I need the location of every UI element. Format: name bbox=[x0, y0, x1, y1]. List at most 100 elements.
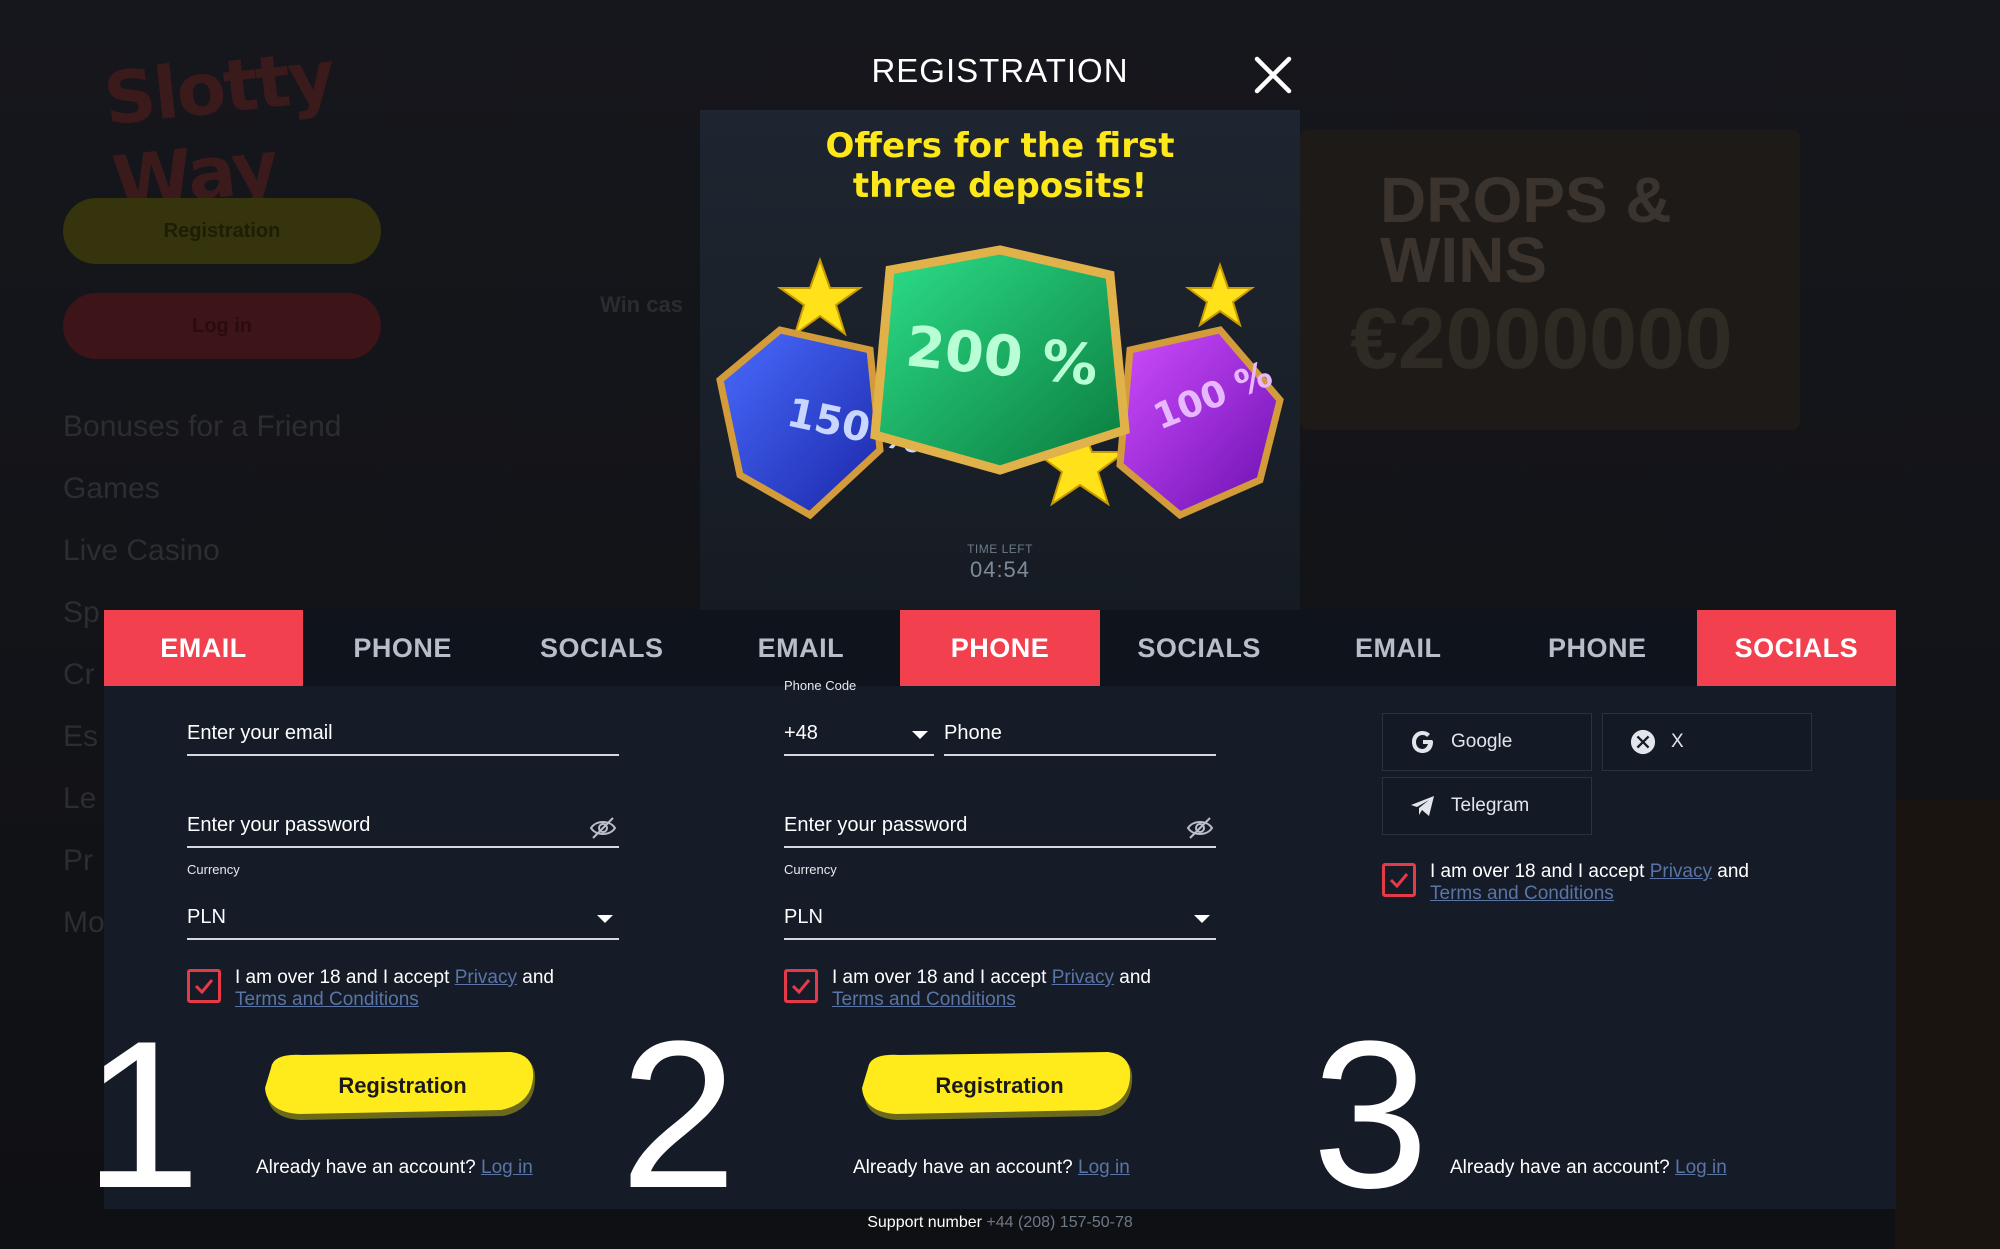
terms-link[interactable]: Terms and Conditions bbox=[1430, 883, 1614, 904]
promo-headline: Offers for the first three deposits! bbox=[700, 126, 1300, 206]
agree-label: I am over 18 and I accept Privacy and Te… bbox=[235, 967, 554, 1011]
bg-promo-text: Win cas bbox=[600, 292, 683, 317]
login-prompt-text: Already have an account? bbox=[256, 1157, 481, 1178]
timer-value: 04:54 bbox=[969, 557, 1031, 582]
password-field[interactable]: Enter your password bbox=[784, 800, 1216, 848]
bg-banner-amount: €2000000 bbox=[1350, 291, 1733, 387]
privacy-link[interactable]: Privacy bbox=[1650, 861, 1712, 882]
google-label: Google bbox=[1451, 731, 1513, 752]
tab-email[interactable]: EMAIL bbox=[701, 610, 901, 686]
login-link[interactable]: Log in bbox=[1675, 1157, 1727, 1178]
registration-button[interactable]: Registration bbox=[862, 1052, 1137, 1120]
promo-headline-line2: three deposits! bbox=[852, 166, 1148, 206]
currency-value: PLN bbox=[187, 906, 226, 928]
promo-card: Offers for the first three deposits! 150… bbox=[700, 110, 1300, 610]
telegram-login-button[interactable]: Telegram bbox=[1382, 777, 1592, 835]
support-number[interactable]: +44 (208) 157-50-78 bbox=[986, 1214, 1132, 1231]
password-placeholder: Enter your password bbox=[784, 814, 968, 836]
support-label: Support number bbox=[867, 1214, 987, 1231]
agree-terms: I am over 18 and I accept Privacy and Te… bbox=[784, 967, 1224, 1011]
login-prompt-text: Already have an account? bbox=[1450, 1157, 1675, 1178]
login-prompt-text: Already have an account? bbox=[853, 1157, 1078, 1178]
phone-field[interactable]: Phone bbox=[944, 708, 1216, 756]
support-line: Support number +44 (208) 157-50-78 bbox=[0, 1214, 2000, 1232]
agree-text: I am over 18 and I accept bbox=[1430, 861, 1650, 882]
privacy-link[interactable]: Privacy bbox=[455, 967, 517, 988]
modal-title: REGISTRATION bbox=[871, 52, 1129, 89]
currency-value: PLN bbox=[784, 906, 823, 928]
agree-text: I am over 18 and I accept bbox=[235, 967, 455, 988]
bg-nav-item: Live Casino bbox=[63, 534, 220, 567]
bg-banner: DROPS & WINS €2000000 bbox=[1300, 130, 1800, 430]
bg-nav-item: Bonuses for a Friend bbox=[63, 410, 342, 443]
agree-label: I am over 18 and I accept Privacy and Te… bbox=[1430, 861, 1749, 905]
currency-select[interactable]: Currency PLN bbox=[187, 862, 619, 940]
bg-login-button: Log in bbox=[63, 293, 381, 359]
tab-phone[interactable]: PHONE bbox=[900, 610, 1100, 686]
and-text: and bbox=[1113, 967, 1151, 988]
tab-bar: EMAIL PHONE SOCIALS EMAIL PHONE SOCIALS … bbox=[104, 610, 1896, 686]
agree-checkbox[interactable] bbox=[1382, 863, 1416, 897]
phone-code-caption: Phone Code bbox=[784, 678, 857, 693]
step-number: 3 bbox=[1312, 997, 1429, 1232]
agree-checkbox[interactable] bbox=[784, 969, 818, 1003]
agree-terms: I am over 18 and I accept Privacy and Te… bbox=[187, 967, 627, 1011]
promo-gems-illustration: 150 % 100 % 200 % bbox=[716, 245, 1284, 520]
email-field[interactable]: Enter your email bbox=[187, 708, 619, 756]
telegram-icon bbox=[1409, 792, 1437, 820]
login-link[interactable]: Log in bbox=[481, 1157, 533, 1178]
agree-label: I am over 18 and I accept Privacy and Te… bbox=[832, 967, 1151, 1011]
email-placeholder: Enter your email bbox=[187, 722, 333, 744]
check-icon bbox=[1389, 873, 1409, 889]
google-icon bbox=[1409, 728, 1437, 756]
step-number: 1 bbox=[84, 997, 201, 1232]
phone-code-select[interactable]: Phone Code +48 bbox=[784, 678, 934, 756]
phone-code-value: +48 bbox=[784, 722, 818, 744]
password-placeholder: Enter your password bbox=[187, 814, 371, 836]
star-icon bbox=[1184, 261, 1256, 328]
check-icon bbox=[194, 979, 214, 995]
currency-caption: Currency bbox=[784, 862, 837, 877]
chevron-down-icon bbox=[1194, 915, 1210, 923]
password-field[interactable]: Enter your password bbox=[187, 800, 619, 848]
currency-select[interactable]: Currency PLN bbox=[784, 862, 1216, 940]
registration-button-label: Registration bbox=[935, 1073, 1064, 1098]
check-icon bbox=[791, 979, 811, 995]
eye-off-icon[interactable] bbox=[1186, 816, 1214, 840]
bg-game-thumbnails bbox=[1895, 800, 2000, 1249]
telegram-label: Telegram bbox=[1451, 795, 1530, 816]
step-number: 2 bbox=[620, 997, 737, 1232]
bg-registration-button: Registration bbox=[63, 198, 381, 264]
tab-phone[interactable]: PHONE bbox=[1497, 610, 1697, 686]
tab-socials[interactable]: SOCIALS bbox=[1696, 610, 1896, 686]
login-link[interactable]: Log in bbox=[1078, 1157, 1130, 1178]
eye-off-icon[interactable] bbox=[589, 816, 617, 840]
tab-socials[interactable]: SOCIALS bbox=[1099, 610, 1299, 686]
bg-banner-title: DROPS & WINS bbox=[1380, 164, 1672, 296]
close-icon[interactable] bbox=[1254, 56, 1292, 94]
login-prompt: Already have an account? Log in bbox=[256, 1157, 533, 1179]
chevron-down-icon bbox=[912, 731, 928, 739]
google-login-button[interactable]: Google bbox=[1382, 713, 1592, 771]
terms-link[interactable]: Terms and Conditions bbox=[235, 989, 419, 1010]
tab-socials[interactable]: SOCIALS bbox=[502, 610, 702, 686]
tab-phone[interactable]: PHONE bbox=[303, 610, 503, 686]
currency-caption: Currency bbox=[187, 862, 240, 877]
x-label: X bbox=[1671, 731, 1684, 752]
privacy-link[interactable]: Privacy bbox=[1052, 967, 1114, 988]
phone-placeholder: Phone bbox=[944, 722, 1002, 744]
and-text: and bbox=[1711, 861, 1749, 882]
registration-button-label: Registration bbox=[338, 1073, 467, 1098]
x-login-button[interactable]: X bbox=[1602, 713, 1812, 771]
login-prompt: Already have an account? Log in bbox=[1450, 1157, 1727, 1179]
timer-label: TIME LEFT bbox=[967, 542, 1033, 556]
and-text: and bbox=[516, 967, 554, 988]
terms-link[interactable]: Terms and Conditions bbox=[832, 989, 1016, 1010]
agree-text: I am over 18 and I accept bbox=[832, 967, 1052, 988]
bg-nav-item: Games bbox=[63, 472, 160, 505]
chevron-down-icon bbox=[597, 915, 613, 923]
x-icon bbox=[1629, 728, 1657, 756]
tab-email[interactable]: EMAIL bbox=[104, 610, 304, 686]
registration-button[interactable]: Registration bbox=[265, 1052, 540, 1120]
tab-email[interactable]: EMAIL bbox=[1298, 610, 1498, 686]
